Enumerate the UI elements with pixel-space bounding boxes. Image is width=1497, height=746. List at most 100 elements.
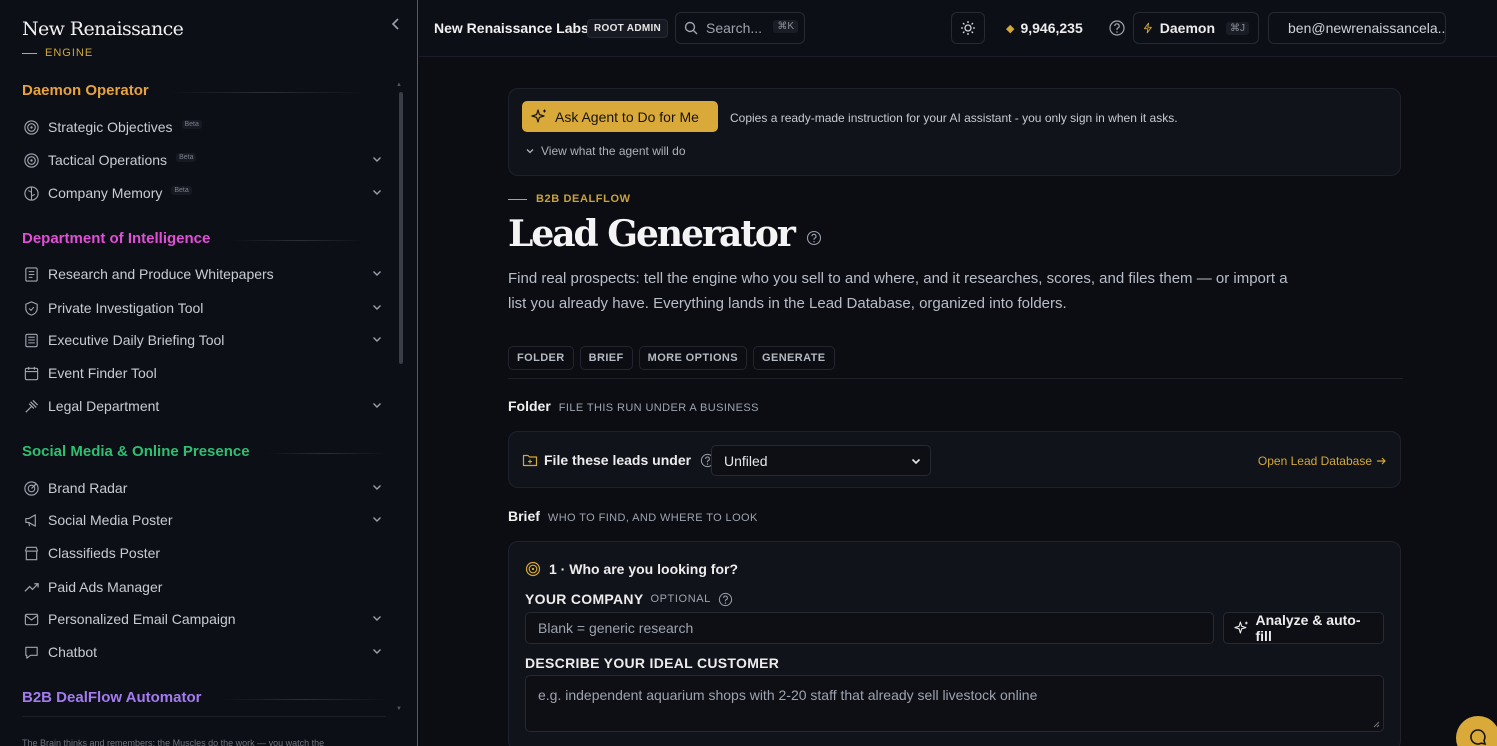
tab-more-options[interactable]: MORE OPTIONS [638, 346, 747, 370]
sidebar-item-tactical-operations[interactable]: Tactical Operations Beta [22, 148, 386, 172]
chat-icon [22, 643, 40, 661]
folder-label: File these leads under [522, 452, 715, 468]
daemon-button[interactable]: Daemon ⌘J [1133, 12, 1259, 44]
sidebar-item-personalized-email-campaign[interactable]: Personalized Email Campaign [22, 607, 386, 631]
store-icon [22, 544, 40, 562]
chevron-down-icon[interactable] [370, 644, 384, 658]
optional-tag: OPTIONAL [650, 593, 711, 605]
folder-section-title: Folder [508, 398, 551, 414]
org-name[interactable]: New Renaissance Labs [434, 20, 589, 36]
customer-placeholder: e.g. independent aquarium shops with 2-2… [538, 687, 1038, 703]
help-circle-icon[interactable] [718, 592, 733, 607]
sidebar-item-label: Personalized Email Campaign [48, 611, 236, 627]
folder-icon [522, 454, 538, 467]
section-divider [232, 240, 366, 241]
search-input[interactable]: Search... ⌘K [675, 12, 805, 44]
sidebar-item-strategic-objectives[interactable]: Strategic Objectives Beta [22, 115, 386, 139]
view-agent-toggle[interactable]: View what the agent will do [525, 144, 686, 158]
daemon-label: Daemon [1159, 20, 1215, 36]
megaphone-icon [22, 511, 40, 529]
folder-select-value: Unfiled [724, 452, 768, 469]
sidebar-item-company-memory[interactable]: Company Memory Beta [22, 181, 386, 205]
sidebar-scrollbar-thumb[interactable] [399, 92, 403, 364]
chevron-down-icon[interactable] [370, 266, 384, 280]
scroll-up-arrow[interactable]: ▲ [396, 82, 402, 88]
tab-generate[interactable]: GENERATE [753, 346, 835, 370]
chevron-down-icon[interactable] [370, 611, 384, 625]
sidebar-item-research-and-produce-whitepapers[interactable]: Research and Produce Whitepapers [22, 262, 386, 286]
open-lead-database-link[interactable]: Open Lead Database [1258, 454, 1387, 468]
help-circle-icon[interactable] [806, 230, 822, 246]
chevron-down-icon[interactable] [370, 512, 384, 526]
ask-agent-button[interactable]: Ask Agent to Do for Me [522, 101, 718, 132]
chevron-down-icon[interactable] [370, 152, 384, 166]
section-title-b2b-dealflow-automator[interactable]: B2B DealFlow Automator [22, 689, 201, 706]
analyze-autofill-button[interactable]: Analyze & auto-fill [1223, 612, 1384, 644]
sidebar-item-paid-ads-manager[interactable]: Paid Ads Manager [22, 575, 386, 599]
sidebar-item-chatbot[interactable]: Chatbot [22, 640, 386, 664]
calendar-icon [22, 364, 40, 382]
user-menu-button[interactable]: ben@newrenaissancela... [1268, 12, 1446, 44]
sidebar-item-private-investigation-tool[interactable]: Private Investigation Tool [22, 296, 386, 320]
brand-name: New Renaissance [22, 18, 184, 40]
section-divider [266, 453, 386, 454]
brand-subtitle: ENGINE [22, 47, 183, 59]
sidebar-item-classifieds-poster[interactable]: Classifieds Poster [22, 541, 386, 565]
chevron-down-icon[interactable] [370, 398, 384, 412]
help-button[interactable] [1108, 19, 1126, 37]
eyebrow-label: B2B DEALFLOW [536, 193, 631, 205]
collapse-sidebar-button[interactable] [388, 14, 404, 34]
chevron-down-icon[interactable] [370, 480, 384, 494]
credits-balance[interactable]: ◆ 9,946,235 [1006, 20, 1083, 36]
sidebar-item-label: Company Memory [48, 185, 163, 201]
brand-logo[interactable]: New Renaissance ENGINE [22, 18, 184, 59]
brief-card: 1 · Who are you looking for? YOUR COMPAN… [508, 541, 1401, 746]
sidebar-item-legal-department[interactable]: Legal Department [22, 394, 386, 418]
target-icon [22, 118, 40, 136]
section-title-social-media-online-presence[interactable]: Social Media & Online Presence [22, 443, 250, 460]
customer-label-text: DESCRIBE YOUR IDEAL CUSTOMER [525, 655, 780, 671]
sidebar-item-social-media-poster[interactable]: Social Media Poster [22, 508, 386, 532]
folder-section-subtitle: FILE THIS RUN UNDER A BUSINESS [558, 402, 759, 414]
mail-icon [22, 610, 40, 628]
beta-badge: Beta [176, 152, 197, 162]
target-icon [525, 561, 541, 577]
tab-brief[interactable]: BRIEF [579, 346, 633, 370]
page-intro: Find real prospects: tell the engine who… [508, 270, 1288, 312]
search-icon [684, 21, 698, 35]
search-shortcut: ⌘K [773, 20, 798, 33]
chevron-down-icon[interactable] [370, 185, 384, 199]
scroll-down-arrow[interactable]: ▼ [396, 706, 402, 712]
ideal-customer-textarea[interactable]: e.g. independent aquarium shops with 2-2… [525, 675, 1384, 732]
tab-folder[interactable]: FOLDER [508, 346, 574, 370]
customer-field-label: DESCRIBE YOUR IDEAL CUSTOMER [525, 655, 779, 671]
sidebar-item-executive-daily-briefing-tool[interactable]: Executive Daily Briefing Tool [22, 328, 386, 352]
sidebar-item-brand-radar[interactable]: Brand Radar [22, 476, 386, 500]
section-title-daemon-operator[interactable]: Daemon Operator [22, 82, 149, 99]
diamond-icon: ◆ [1006, 22, 1015, 35]
user-email: ben@newrenaissancela... [1288, 20, 1446, 36]
folder-card: File these leads under Unfiled Open Lead… [508, 431, 1401, 488]
folder-select[interactable]: Unfiled [711, 445, 931, 476]
eyebrow-dash [508, 198, 527, 200]
chevron-down-icon[interactable] [370, 300, 384, 314]
brand-dash [22, 52, 37, 54]
tabs-divider [508, 378, 1403, 379]
section-title-department-of-intelligence[interactable]: Department of Intelligence [22, 230, 210, 247]
page-title: Lead Generator [508, 213, 822, 255]
sidebar-item-label: Brand Radar [48, 480, 128, 496]
theme-toggle-button[interactable] [951, 12, 985, 44]
company-input[interactable]: Blank = generic research [525, 612, 1214, 644]
resize-handle-icon[interactable] [1373, 721, 1380, 728]
document-icon [22, 265, 40, 283]
sidebar-item-label: Legal Department [48, 398, 160, 414]
sidebar-item-label: Executive Daily Briefing Tool [48, 332, 225, 348]
page-eyebrow: B2B DEALFLOW [508, 193, 631, 205]
chevron-down-icon[interactable] [370, 332, 384, 346]
sidebar-item-label: Tactical Operations [48, 152, 168, 168]
sidebar-item-event-finder-tool[interactable]: Event Finder Tool [22, 361, 386, 385]
section-divider [168, 92, 366, 93]
sun-icon [961, 21, 975, 35]
top-bar: New Renaissance Labs ROOT ADMIN Search..… [419, 0, 1497, 57]
sparkles-icon [1234, 621, 1248, 634]
